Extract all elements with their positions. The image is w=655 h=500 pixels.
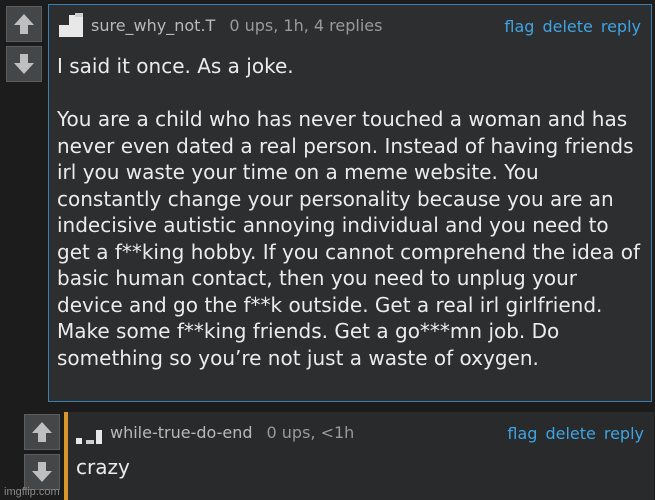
comment-body: I said it once. As a joke. You are a chi… [57, 54, 640, 370]
up-arrow-icon [32, 422, 52, 442]
down-arrow-icon [14, 54, 34, 74]
upvote-button[interactable] [6, 6, 42, 42]
flag-link[interactable]: flag [504, 17, 534, 36]
comment-body: crazy [76, 455, 130, 479]
reply-link[interactable]: reply [601, 17, 641, 36]
username[interactable]: sure_why_not.T [91, 16, 215, 35]
up-arrow-icon [14, 14, 34, 34]
reply-link[interactable]: reply [604, 424, 644, 443]
downvote-button[interactable] [6, 46, 42, 82]
comment-actions: flag delete reply [507, 424, 644, 443]
comment-2: while-true-do-end 0 ups, <1h flag delete… [64, 412, 654, 500]
comment-meta: 0 ups, 1h, 4 replies [229, 15, 383, 35]
comment2-vote-column [24, 414, 60, 490]
delete-link[interactable]: delete [545, 424, 595, 443]
flag-link[interactable]: flag [507, 424, 537, 443]
avatar[interactable] [74, 418, 104, 446]
comment1-vote-column [6, 6, 42, 82]
comment-1: sure_why_not.T 0 ups, 1h, 4 replies flag… [48, 4, 652, 402]
upvote-button[interactable] [24, 414, 60, 450]
comment-meta: 0 ups, <1h [266, 422, 355, 442]
username[interactable]: while-true-do-end [110, 423, 253, 442]
comment-2-header: while-true-do-end 0 ups, <1h flag delete… [68, 412, 654, 452]
comment-actions: flag delete reply [504, 17, 641, 36]
watermark: imgflip.com [4, 486, 60, 498]
comment-1-header: sure_why_not.T 0 ups, 1h, 4 replies flag… [49, 5, 651, 45]
avatar[interactable] [55, 11, 85, 39]
down-arrow-icon [32, 462, 52, 482]
delete-link[interactable]: delete [542, 17, 592, 36]
downvote-button[interactable] [24, 454, 60, 490]
